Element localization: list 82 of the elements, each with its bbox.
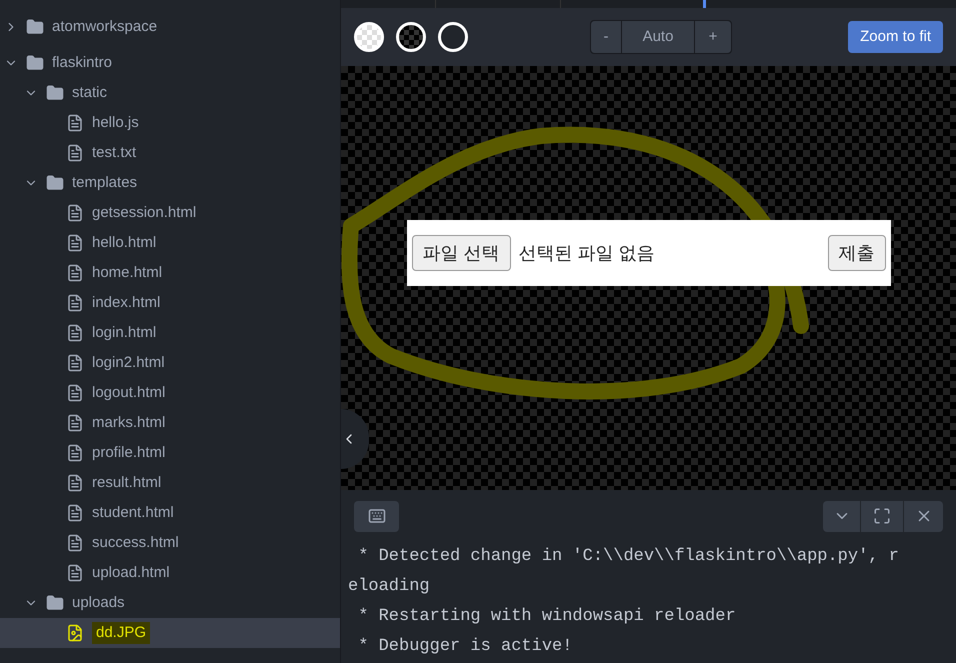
file-icon [66,414,84,432]
background-swatch[interactable] [354,22,384,52]
zoom-to-fit-button[interactable]: Zoom to fit [848,21,943,53]
tree-item-label: index.html [92,292,160,313]
keyboard-button[interactable] [354,500,399,532]
zoom-in-button[interactable]: + [695,21,731,53]
zoom-level: Auto [622,21,695,53]
tree-item-label: home.html [92,262,162,283]
maximize-button[interactable] [861,500,904,532]
tree-item[interactable]: uploads [0,588,340,618]
tree-item-label: success.html [92,532,179,553]
tree-item-label: hello.js [92,112,139,133]
tree-item-label: static [72,82,108,103]
tree-item[interactable]: result.html [0,468,340,498]
maximize-icon [873,507,891,525]
tree-item[interactable]: home.html [0,258,340,288]
terminal-line: * Detected change in 'C:\\dev\\flaskintro\\app.py', r [357,546,899,568]
keyboard-icon [368,507,386,525]
zoom-out-button[interactable]: - [591,21,622,53]
tree-item[interactable]: student.html [0,498,340,528]
file-icon [66,324,84,342]
file-icon [66,204,84,222]
file-icon [66,264,84,282]
folder-icon [46,84,64,102]
file-icon [66,114,84,132]
tree-item-label: test.txt [92,142,136,163]
tree-item[interactable]: hello.js [0,108,340,138]
file-icon [66,384,84,402]
file-icon [66,474,84,492]
folder-icon [46,594,64,612]
tree-item-label: result.html [92,472,162,493]
file-icon [66,564,84,582]
terminal-line: eloading [348,576,430,598]
background-swatch[interactable] [438,22,468,52]
choose-file-button[interactable]: 파일 선택 [412,235,511,271]
background-swatch[interactable] [396,22,426,52]
tree-item[interactable]: success.html [0,528,340,558]
file-icon [66,534,84,552]
tree-item-label: login2.html [92,352,165,373]
tree-item[interactable]: test.txt [0,138,340,168]
file-icon [66,234,84,252]
tree-item-label: student.html [92,502,174,523]
tree-item[interactable]: logout.html [0,378,340,408]
tree-item-label: getsession.html [92,202,196,223]
tree-item-label: flaskintro [52,52,112,73]
tree-item-label: login.html [92,322,156,343]
tree-item[interactable]: login2.html [0,348,340,378]
file-icon [66,354,84,372]
tree-item-label: logout.html [92,382,166,403]
tree-item-label: templates [72,172,138,193]
file-icon [66,144,84,162]
file-status-text: 선택된 파일 없음 [518,242,655,264]
tree-item-label: upload.html [92,562,170,583]
file-icon [66,294,84,312]
close-button[interactable] [904,500,943,532]
tree-item[interactable]: dd.JPG [0,618,340,648]
tree-item[interactable]: index.html [0,288,340,318]
tree-item-label: marks.html [92,412,166,433]
tree-item[interactable]: static [0,78,340,108]
submit-button[interactable]: 제출 [828,235,886,271]
terminal-line: * Debugger is active! [357,636,572,658]
tree-item[interactable]: marks.html [0,408,340,438]
folder-icon [26,54,44,72]
tree-item[interactable]: login.html [0,318,340,348]
tree-item[interactable]: templates [0,168,340,198]
tree-item[interactable]: atomworkspace [0,12,340,42]
image-file-icon [66,624,84,642]
tree-item-label: hello.html [92,232,156,253]
tree-item-label: dd.JPG [92,622,150,644]
tree-item-label: atomworkspace [52,16,158,37]
tree-item[interactable]: flaskintro [0,48,340,78]
folder-icon [46,174,64,192]
terminal-line: * Restarting with windowsapi reloader [357,606,736,628]
file-icon [66,444,84,462]
tree-item[interactable]: hello.html [0,228,340,258]
folder-icon [26,18,44,36]
tree-item[interactable]: getsession.html [0,198,340,228]
tree-item[interactable]: profile.html [0,438,340,468]
tree-item-label: profile.html [92,442,166,463]
file-icon [66,504,84,522]
tree-item-label: uploads [72,592,125,613]
tree-item[interactable]: upload.html [0,558,340,588]
